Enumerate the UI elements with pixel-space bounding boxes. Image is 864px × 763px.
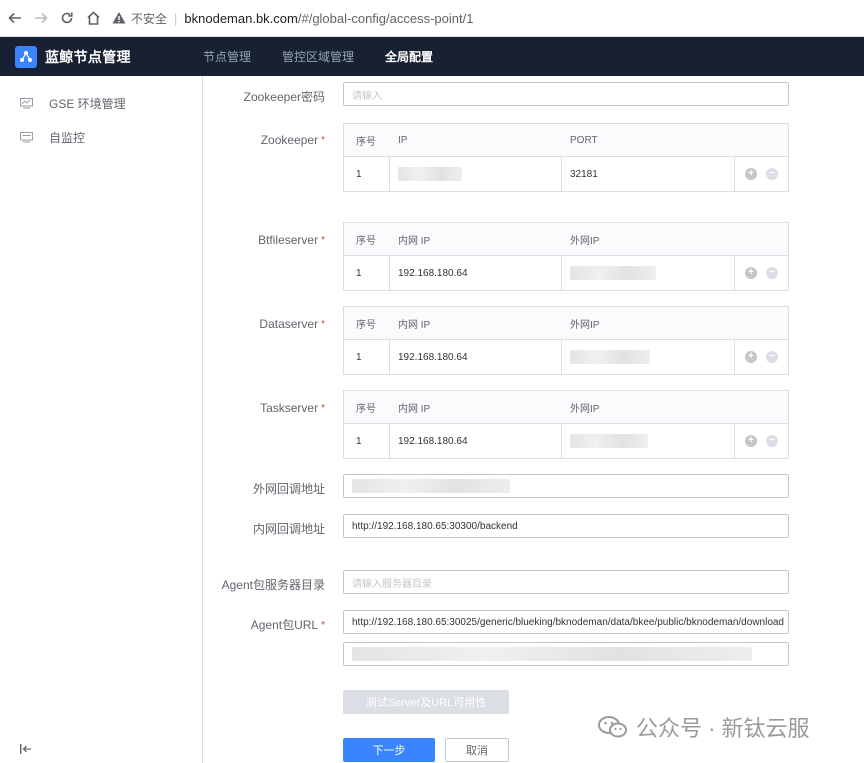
inner-ip-cell[interactable]: 192.168.180.64 xyxy=(390,424,562,458)
remove-row-icon[interactable]: − xyxy=(766,435,778,447)
header-inner-ip: 内网 IP xyxy=(398,235,431,247)
add-row-icon[interactable]: + xyxy=(745,267,757,279)
taskserver-label: Taskserver xyxy=(204,401,325,415)
header-index: 序号 xyxy=(356,235,376,247)
table-row: 1 32181 + − xyxy=(344,157,788,191)
outer-callback-input[interactable] xyxy=(343,474,789,498)
outer-ip-cell[interactable] xyxy=(562,256,735,290)
zk-password-input[interactable]: 请输入 xyxy=(343,82,789,106)
agent-pkg-dir-label: Agent包服务器目录 xyxy=(221,578,325,592)
zk-password-label: Zookeeper密码 xyxy=(243,90,325,104)
header-index: 序号 xyxy=(356,403,376,415)
header-port: PORT xyxy=(570,134,598,146)
zk-port-cell[interactable]: 32181 xyxy=(562,157,735,191)
dataserver-label: Dataserver xyxy=(204,317,325,331)
sidebar-item-label: GSE 环境管理 xyxy=(49,96,126,111)
table-row: 1 192.168.180.64 + − xyxy=(344,424,788,458)
zookeeper-label: Zookeeper xyxy=(204,133,325,147)
inner-ip-cell[interactable]: 192.168.180.64 xyxy=(390,256,562,290)
sidebar-item-self-monitor[interactable]: 自监控 xyxy=(0,120,202,154)
table-header: 序号 IP PORT xyxy=(344,124,788,157)
monitor-icon xyxy=(20,97,33,108)
table-header: 序号 内网 IP 外网IP xyxy=(344,391,788,424)
wechat-icon xyxy=(598,716,627,738)
watermark: 公众号 · 新钛云服 xyxy=(598,711,810,743)
table-row: 1 192.168.180.64 + − xyxy=(344,256,788,290)
forward-icon[interactable] xyxy=(30,7,52,29)
url-path: /#/global-config/access-point/1 xyxy=(297,10,474,26)
redacted-value xyxy=(352,647,752,661)
home-icon[interactable] xyxy=(82,7,104,29)
outer-ip-cell[interactable] xyxy=(562,424,735,458)
inner-callback-label: 内网回调地址 xyxy=(252,522,325,536)
app-header: 蓝鲸节点管理 节点管理 管控区域管理 全局配置 xyxy=(0,37,864,76)
nav-global-config[interactable]: 全局配置 xyxy=(385,48,433,65)
table-row: 1 192.168.180.64 + − xyxy=(344,340,788,374)
redacted-value xyxy=(398,167,462,181)
main-content: Zookeeper密码 请输入 Zookeeper 序号 IP PORT 1 3… xyxy=(204,76,864,763)
sidebar: GSE 环境管理 自监控 xyxy=(0,76,203,763)
collapse-sidebar-icon[interactable] xyxy=(20,743,32,757)
url-host: bknodeman.bk.com xyxy=(184,10,298,26)
add-row-icon[interactable]: + xyxy=(745,435,757,447)
header-outer-ip: 外网IP xyxy=(570,235,600,247)
add-row-icon[interactable]: + xyxy=(745,168,757,180)
monitor-icon xyxy=(20,131,33,142)
back-icon[interactable] xyxy=(4,7,26,29)
outer-callback-label: 外网回调地址 xyxy=(252,482,325,496)
btfileserver-table: 序号 内网 IP 外网IP 1 192.168.180.64 + − xyxy=(343,222,789,291)
browser-toolbar: 不安全 | bknodeman.bk.com /#/global-config/… xyxy=(0,0,864,37)
agent-pkg-url-input-2[interactable] xyxy=(343,642,789,666)
insecure-label: 不安全 xyxy=(131,11,168,26)
inner-callback-input[interactable]: http://192.168.180.65:30300/backend xyxy=(343,514,789,538)
zookeeper-table: 序号 IP PORT 1 32181 + − xyxy=(343,123,789,192)
table-header: 序号 内网 IP 外网IP xyxy=(344,307,788,340)
header-inner-ip: 内网 IP xyxy=(398,319,431,331)
sidebar-item-gse-env[interactable]: GSE 环境管理 xyxy=(0,86,202,120)
watermark-text: 公众号 · 新钛云服 xyxy=(636,716,810,741)
row-index: 1 xyxy=(344,157,390,191)
remove-row-icon[interactable]: − xyxy=(766,168,778,180)
remove-row-icon[interactable]: − xyxy=(766,267,778,279)
test-server-url-button[interactable]: 测试Server及URL可用性 xyxy=(343,690,509,714)
header-index: 序号 xyxy=(356,319,376,331)
header-ip: IP xyxy=(398,134,408,146)
header-outer-ip: 外网IP xyxy=(570,319,600,331)
app-logo-icon[interactable] xyxy=(15,45,37,68)
reload-icon[interactable] xyxy=(56,7,78,29)
nav-region-management[interactable]: 管控区域管理 xyxy=(282,48,354,65)
add-row-icon[interactable]: + xyxy=(745,351,757,363)
row-index: 1 xyxy=(344,340,390,374)
agent-pkg-url-label: Agent包URL xyxy=(204,616,325,633)
row-index: 1 xyxy=(344,256,390,290)
address-bar[interactable]: 不安全 | bknodeman.bk.com /#/global-config/… xyxy=(112,5,473,31)
header-index: 序号 xyxy=(356,136,376,148)
zk-ip-cell[interactable] xyxy=(390,157,562,191)
top-nav: 节点管理 管控区域管理 全局配置 xyxy=(203,37,464,76)
btfileserver-label: Btfileserver xyxy=(204,233,325,247)
header-inner-ip: 内网 IP xyxy=(398,403,431,415)
table-header: 序号 内网 IP 外网IP xyxy=(344,223,788,256)
warning-icon xyxy=(112,12,126,24)
dataserver-table: 序号 内网 IP 外网IP 1 192.168.180.64 + − xyxy=(343,306,789,375)
redacted-value xyxy=(570,434,648,448)
remove-row-icon[interactable]: − xyxy=(766,351,778,363)
url-divider: | xyxy=(174,10,178,26)
sidebar-item-label: 自监控 xyxy=(49,130,86,145)
nav-node-management[interactable]: 节点管理 xyxy=(203,48,251,65)
taskserver-table: 序号 内网 IP 外网IP 1 192.168.180.64 + − xyxy=(343,390,789,459)
redacted-value xyxy=(352,479,510,493)
outer-ip-cell[interactable] xyxy=(562,340,735,374)
app-title: 蓝鲸节点管理 xyxy=(45,48,131,65)
next-step-button[interactable]: 下一步 xyxy=(343,738,435,762)
header-outer-ip: 外网IP xyxy=(570,403,600,415)
redacted-value xyxy=(570,350,650,364)
cancel-button[interactable]: 取消 xyxy=(445,738,509,762)
agent-pkg-url-input[interactable]: http://192.168.180.65:30025/generic/blue… xyxy=(343,610,789,634)
row-index: 1 xyxy=(344,424,390,458)
agent-pkg-dir-input[interactable]: 请输入服务器目录 xyxy=(343,570,789,594)
inner-ip-cell[interactable]: 192.168.180.64 xyxy=(390,340,562,374)
redacted-value xyxy=(570,266,656,280)
